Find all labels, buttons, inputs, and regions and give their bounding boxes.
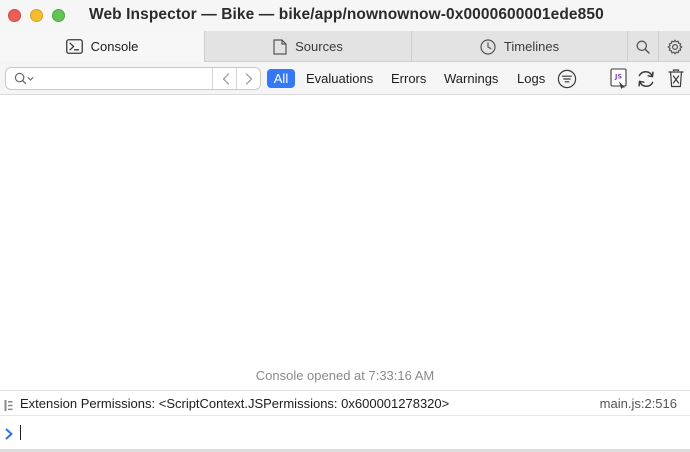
settings-tab-button[interactable] (658, 31, 690, 62)
javascript-context-icon[interactable]: JS (610, 68, 628, 89)
zoom-window-button[interactable] (52, 9, 65, 22)
title-bar: Web Inspector — Bike — bike/app/nownowno… (0, 0, 690, 31)
next-match-button[interactable] (239, 71, 259, 86)
tab-bar: Console Sources Timelines (0, 31, 690, 62)
window-title: Web Inspector — Bike — bike/app/nownowno… (89, 6, 604, 23)
filter-menu-icon[interactable] (556, 68, 577, 89)
previous-match-button[interactable] (216, 71, 236, 86)
reload-icon[interactable] (636, 68, 656, 89)
sources-icon (273, 38, 287, 55)
filter-evaluations-button[interactable]: Evaluations (302, 69, 377, 88)
clear-log-icon[interactable] (667, 68, 685, 89)
tab-timelines[interactable]: Timelines (411, 31, 627, 62)
tab-timelines-label: Timelines (503, 39, 560, 54)
svg-text:JS: JS (614, 73, 622, 81)
close-window-button[interactable] (8, 9, 21, 22)
search-icon (636, 40, 650, 54)
console-message-source-link[interactable]: main.js:2:516 (600, 396, 677, 411)
search-tab-button[interactable] (627, 31, 658, 62)
console-icon (65, 39, 83, 54)
web-inspector-window: Web Inspector — Bike — bike/app/nownowno… (0, 0, 690, 452)
console-filter-bar: All Evaluations Errors Warnings Logs JS (0, 62, 690, 95)
console-search-box (5, 67, 261, 90)
minimize-window-button[interactable] (30, 9, 43, 22)
console-message[interactable]: Extension Permissions: <ScriptContext.JS… (0, 390, 690, 416)
timelines-icon (480, 38, 496, 55)
console-prompt[interactable] (0, 417, 690, 449)
tab-console-label: Console (90, 39, 139, 54)
tab-sources-label: Sources (295, 39, 343, 54)
gear-icon (667, 39, 683, 55)
filter-warnings-button[interactable]: Warnings (440, 69, 502, 88)
filter-all-button[interactable]: All (267, 69, 295, 88)
text-caret (20, 425, 21, 440)
tab-sources[interactable]: Sources (204, 31, 411, 62)
filter-errors-button[interactable]: Errors (387, 69, 430, 88)
console-message-text: Extension Permissions: <ScriptContext.JS… (20, 396, 450, 411)
console-session-marker: Console opened at 7:33:16 AM (255, 368, 435, 383)
console-search-input[interactable] (40, 70, 210, 87)
filter-logs-button[interactable]: Logs (513, 69, 549, 88)
search-options-icon[interactable] (14, 72, 36, 91)
search-divider (236, 68, 237, 89)
tab-console[interactable]: Console (0, 31, 204, 62)
console-log-area[interactable]: Console opened at 7:33:16 AM (0, 96, 690, 390)
console-prompt-input[interactable] (22, 423, 662, 442)
log-message-icon (4, 398, 13, 416)
prompt-chevron-icon (5, 427, 14, 445)
search-divider (212, 68, 213, 89)
